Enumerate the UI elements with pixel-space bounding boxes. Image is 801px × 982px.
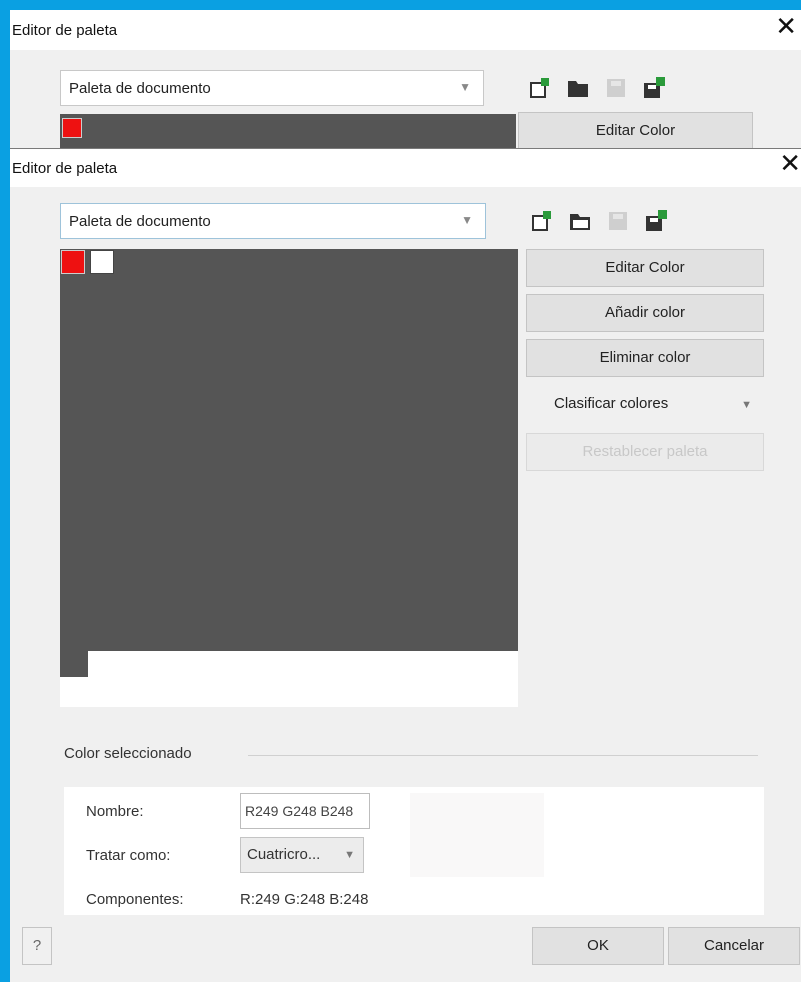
group-divider [248, 755, 758, 756]
swatch-red[interactable] [61, 250, 85, 274]
chevron-down-icon: ▼ [344, 849, 355, 861]
chevron-down-icon: ▼ [459, 80, 471, 94]
background-palette-select-value: Paleta de documento [69, 80, 211, 97]
color-preview [410, 793, 544, 877]
background-palette-select[interactable]: Paleta de documento ▼ [60, 70, 484, 106]
edit-color-button[interactable]: Editar Color [526, 249, 764, 287]
title-bar: Editor de paleta ✕ [10, 149, 801, 187]
reset-palette-button: Restablecer paleta [526, 433, 764, 471]
swatch-grid-empty [88, 651, 518, 707]
save-as-palette-icon[interactable] [644, 209, 668, 233]
treat-as-label: Tratar como: [86, 847, 171, 864]
swatch-grid[interactable] [60, 249, 518, 651]
save-palette-icon[interactable] [604, 76, 628, 100]
components-label: Componentes: [86, 891, 184, 908]
selected-color-group-label: Color seleccionado [64, 745, 192, 762]
palette-editor-dialog: Editor de paleta ✕ Paleta de documento ▼… [10, 148, 801, 982]
name-label: Nombre: [86, 803, 144, 820]
ok-button[interactable]: OK [532, 927, 664, 965]
swatch-white[interactable] [90, 250, 114, 274]
components-value: R:249 G:248 B:248 [240, 891, 369, 908]
background-dialog: Editor de paleta ✕ Paleta de documento ▼… [10, 10, 801, 160]
background-toolbar [528, 76, 666, 100]
background-edit-color-button[interactable]: Editar Color [518, 112, 753, 150]
background-swatch-red[interactable] [62, 118, 82, 138]
sort-colors-menu[interactable]: Clasificar colores ▼ [554, 395, 752, 417]
swatch-grid-empty-corner [60, 677, 88, 707]
help-button[interactable]: ? [22, 927, 52, 965]
dialog-title: Editor de paleta [12, 160, 118, 177]
background-close-icon[interactable]: ✕ [775, 14, 797, 40]
palette-select-value: Paleta de documento [69, 213, 211, 230]
palette-select[interactable]: Paleta de documento ▼ [60, 203, 486, 239]
selected-color-panel: Nombre: R249 G248 B248 Tratar como: Cuat… [64, 787, 764, 915]
background-dialog-title: Editor de paleta [12, 22, 118, 39]
close-icon[interactable]: ✕ [779, 151, 801, 177]
open-palette-icon[interactable] [568, 209, 592, 233]
background-title-bar: Editor de paleta ✕ [10, 10, 801, 50]
treat-as-value: Cuatricro... [247, 846, 321, 863]
name-field[interactable]: R249 G248 B248 [240, 793, 370, 829]
chevron-down-icon: ▼ [741, 399, 752, 411]
palette-toolbar [530, 209, 668, 233]
swatch-grid-overflow [60, 651, 88, 677]
save-as-palette-icon[interactable] [642, 76, 666, 100]
add-color-button[interactable]: Añadir color [526, 294, 764, 332]
sort-colors-label: Clasificar colores [554, 395, 669, 412]
new-palette-icon[interactable] [530, 209, 554, 233]
treat-as-select[interactable]: Cuatricro... ▼ [240, 837, 364, 873]
new-palette-icon[interactable] [528, 76, 552, 100]
open-palette-icon[interactable] [566, 76, 590, 100]
delete-color-button[interactable]: Eliminar color [526, 339, 764, 377]
save-palette-icon[interactable] [606, 209, 630, 233]
cancel-button[interactable]: Cancelar [668, 927, 800, 965]
chevron-down-icon: ▼ [461, 213, 473, 227]
